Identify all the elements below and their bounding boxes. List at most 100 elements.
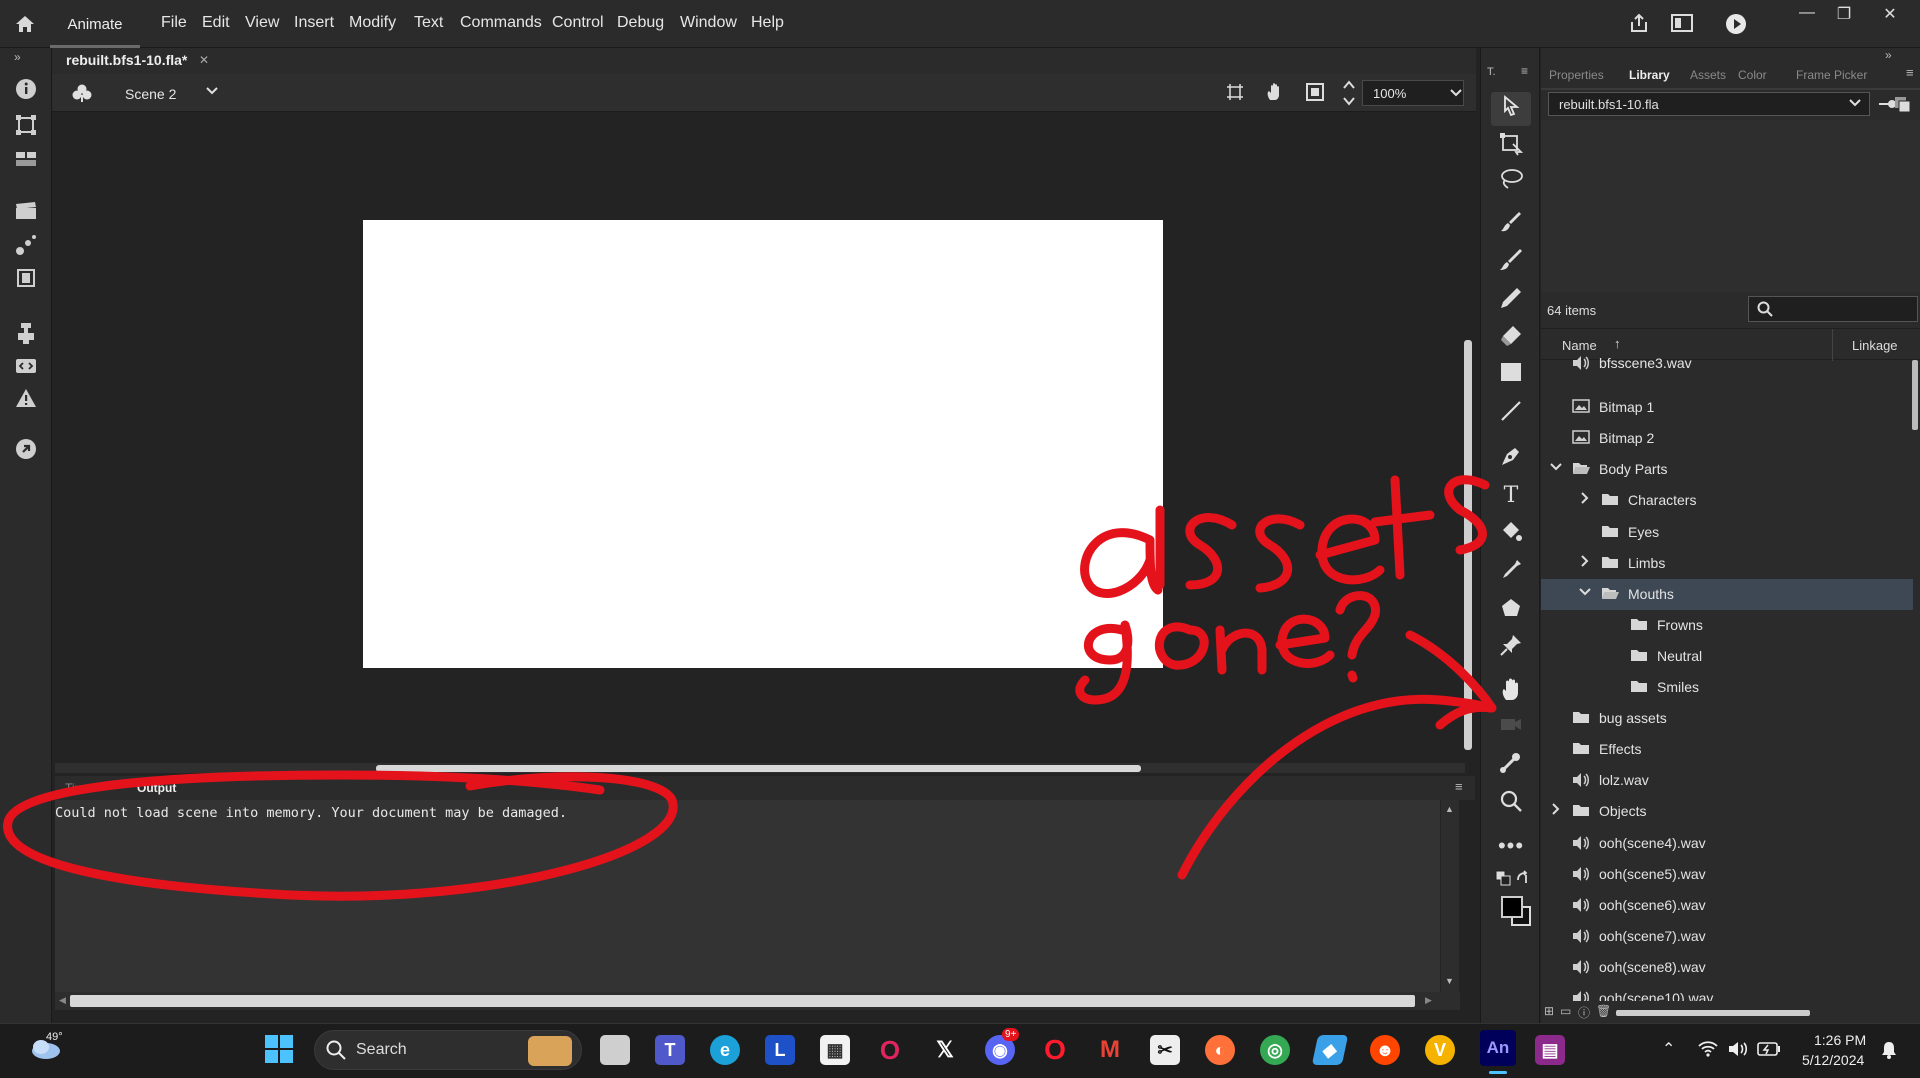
- chevron-down-icon[interactable]: [1578, 585, 1592, 602]
- stroke-color-swatch[interactable]: [1501, 896, 1523, 918]
- info-icon[interactable]: [12, 78, 40, 106]
- motion-presets-icon[interactable]: [12, 234, 40, 262]
- stroke-fill-swatches[interactable]: [1501, 896, 1531, 926]
- close-tab-icon[interactable]: ✕: [199, 53, 209, 67]
- scroll-right-icon[interactable]: ▶: [1425, 995, 1432, 1006]
- scene-icon[interactable]: [12, 200, 40, 228]
- tab-assets[interactable]: Assets: [1690, 68, 1726, 82]
- tab-output[interactable]: Output: [137, 781, 176, 795]
- scroll-down-icon[interactable]: ▼: [1445, 976, 1454, 986]
- menu-edit[interactable]: Edit: [202, 14, 230, 32]
- components-icon[interactable]: [12, 320, 40, 348]
- notifications-bell-icon[interactable]: [1880, 1040, 1898, 1065]
- restore-button[interactable]: ❐: [1826, 0, 1862, 28]
- publish-icon[interactable]: [12, 438, 40, 466]
- library-item[interactable]: Body Parts: [1541, 454, 1913, 485]
- library-item[interactable]: Mouths: [1541, 578, 1913, 610]
- volume-icon[interactable]: [1727, 1040, 1749, 1063]
- lasso-tool-icon[interactable]: [1497, 168, 1525, 196]
- stage[interactable]: [363, 220, 1163, 668]
- panel-menu-icon[interactable]: ≡: [1455, 779, 1463, 794]
- sort-ascending-icon[interactable]: ↑: [1614, 336, 1621, 351]
- column-linkage[interactable]: Linkage: [1852, 338, 1898, 353]
- library-item[interactable]: Limbs: [1541, 548, 1913, 579]
- library-search-input[interactable]: [1748, 296, 1918, 322]
- scene-label[interactable]: Scene 2: [125, 86, 176, 102]
- library-item[interactable]: Neutral: [1541, 641, 1913, 672]
- menu-insert[interactable]: Insert: [294, 14, 334, 32]
- capcut-icon[interactable]: ✂: [1150, 1035, 1180, 1065]
- library-menu-icon[interactable]: ≡: [1906, 65, 1914, 80]
- library-item[interactable]: bug assets: [1541, 703, 1913, 734]
- clip-stage-icon[interactable]: [1306, 83, 1324, 106]
- chevron-down-icon[interactable]: [205, 84, 219, 103]
- document-tab[interactable]: rebuilt.bfs1-10.fla*: [66, 52, 187, 68]
- zoom-dropdown-icon[interactable]: [1449, 86, 1463, 105]
- new-folder-icon[interactable]: ▭: [1560, 1004, 1571, 1018]
- fluid-brush-icon[interactable]: [1497, 210, 1525, 238]
- column-name[interactable]: Name: [1562, 338, 1597, 353]
- wifi-icon[interactable]: [1697, 1040, 1719, 1063]
- new-symbol-icon[interactable]: ⊞: [1544, 1004, 1554, 1018]
- pen-tool-icon[interactable]: [1497, 444, 1525, 472]
- task-view-icon[interactable]: [600, 1035, 630, 1065]
- zoom-tool-icon[interactable]: [1497, 790, 1525, 818]
- library-item[interactable]: ooh(scene6).wav: [1541, 890, 1913, 921]
- library-horizontal-scrollbar[interactable]: [1616, 1010, 1810, 1016]
- tab-library[interactable]: Library: [1629, 68, 1670, 82]
- menu-help[interactable]: Help: [751, 14, 784, 32]
- chevron-right-icon[interactable]: [1578, 491, 1592, 508]
- tab-frame-picker[interactable]: Frame Picker: [1796, 68, 1867, 82]
- workspace-icon[interactable]: [1671, 14, 1693, 37]
- stage-vertical-scrollbar[interactable]: [1464, 340, 1472, 750]
- subselection-tool-icon[interactable]: [1497, 132, 1525, 160]
- tab-color[interactable]: Color: [1738, 68, 1767, 82]
- chrome-icon[interactable]: ◎: [1260, 1035, 1290, 1065]
- chevron-down-icon[interactable]: [1848, 96, 1862, 113]
- eraser-tool-icon[interactable]: [1497, 324, 1525, 352]
- pencil-tool-icon[interactable]: [1497, 286, 1525, 314]
- close-window-button[interactable]: ✕: [1872, 0, 1908, 28]
- bone-tool-icon[interactable]: [1497, 752, 1525, 780]
- show-hidden-icons-icon[interactable]: ⌃: [1662, 1039, 1675, 1059]
- hand-rotate-icon[interactable]: [1265, 82, 1285, 107]
- menu-debug[interactable]: Debug: [617, 14, 664, 32]
- library-item[interactable]: ooh(scene8).wav: [1541, 952, 1913, 983]
- library-item[interactable]: ooh(scene5).wav: [1541, 859, 1913, 890]
- classic-brush-icon[interactable]: [1497, 248, 1525, 276]
- menu-view[interactable]: View: [245, 14, 279, 32]
- camera-icon[interactable]: [1497, 712, 1525, 740]
- library-item[interactable]: Smiles: [1541, 672, 1913, 703]
- stage-horizontal-scrollbar[interactable]: [376, 765, 1141, 772]
- edit-scene-icon[interactable]: [72, 83, 92, 108]
- library-item[interactable]: Frowns: [1541, 610, 1913, 641]
- tools-menu-icon[interactable]: ≡: [1521, 64, 1528, 78]
- zoom-stepper-icon[interactable]: [1342, 78, 1356, 113]
- clock-date[interactable]: 5/12/2024: [1802, 1052, 1864, 1068]
- library-icon[interactable]: [12, 268, 40, 296]
- expand-panels-icon[interactable]: »: [14, 50, 21, 64]
- library-scrollbar[interactable]: [1912, 360, 1918, 430]
- library-item[interactable]: ooh(scene4).wav: [1541, 828, 1913, 859]
- collapse-panel-icon[interactable]: »: [1885, 48, 1892, 62]
- line-tool-icon[interactable]: [1497, 400, 1525, 428]
- vpn-icon[interactable]: V: [1425, 1035, 1455, 1065]
- minimize-button[interactable]: —: [1789, 0, 1825, 28]
- share-icon[interactable]: [1628, 12, 1650, 39]
- tab-properties[interactable]: Properties: [1549, 68, 1604, 82]
- scroll-up-icon[interactable]: ▲: [1445, 804, 1454, 814]
- code-snippets-icon[interactable]: [12, 354, 40, 382]
- selection-tool-icon[interactable]: [1491, 92, 1531, 126]
- windows-start-icon[interactable]: [264, 1034, 294, 1069]
- home-icon[interactable]: [14, 14, 36, 34]
- library-item[interactable]: Bitmap 1: [1541, 392, 1913, 423]
- transform-icon[interactable]: [12, 114, 40, 142]
- align-icon[interactable]: [12, 148, 40, 176]
- eyedropper-icon[interactable]: [1497, 558, 1525, 586]
- teams-icon[interactable]: T: [655, 1035, 685, 1065]
- output-body[interactable]: [55, 800, 1440, 992]
- library-item[interactable]: bfsscene3.wav: [1541, 355, 1913, 380]
- paint-bucket-icon[interactable]: [1497, 520, 1525, 548]
- library-item[interactable]: ooh(scene7).wav: [1541, 921, 1913, 952]
- menu-file[interactable]: File: [161, 14, 187, 32]
